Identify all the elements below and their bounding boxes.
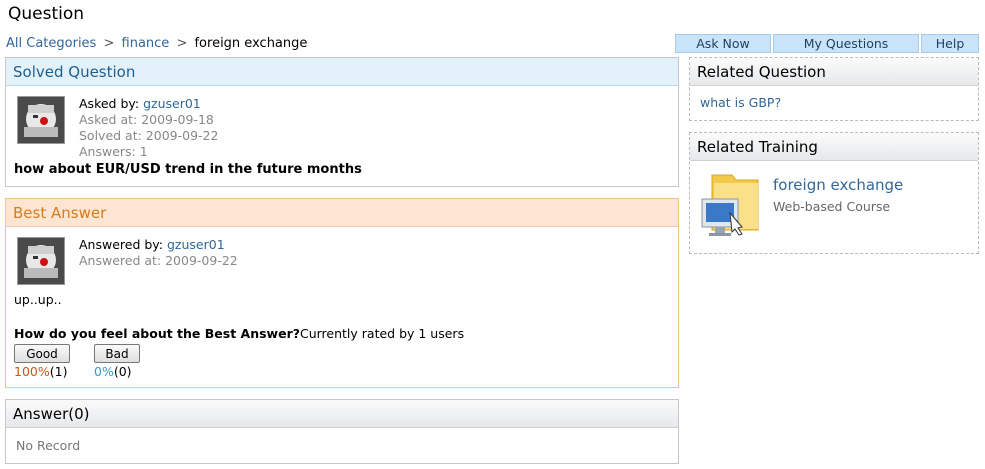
rating-prompt: How do you feel about the Best Answer?Cu… <box>14 326 464 341</box>
breadcrumb-separator: > <box>176 36 188 51</box>
solved-question-header: Solved Question <box>6 58 678 86</box>
training-title-link[interactable]: foreign exchange <box>773 176 903 194</box>
good-count: (1) <box>49 364 68 379</box>
good-button[interactable]: Good <box>14 344 70 363</box>
folder-computer-icon <box>701 174 759 236</box>
page-title: Question <box>8 4 85 24</box>
solved-at: Solved at: 2009-09-22 <box>79 128 219 143</box>
training-type: Web-based Course <box>773 199 891 214</box>
asked-by-label: Asked by: <box>79 96 140 111</box>
breadcrumb-finance[interactable]: finance <box>122 36 170 51</box>
question-text: how about EUR/USD trend in the future mo… <box>14 162 362 177</box>
asked-at: Asked at: 2009-09-18 <box>79 112 214 127</box>
bad-stats: 0%(0) <box>94 364 132 379</box>
answerer-username-link[interactable]: gzuser01 <box>167 237 225 252</box>
related-training-header: Related Training <box>690 133 978 161</box>
asker-username-link[interactable]: gzuser01 <box>143 96 201 111</box>
top-nav: Ask Now My Questions Help <box>675 34 979 54</box>
tab-ask-now[interactable]: Ask Now <box>675 34 771 53</box>
bad-count: (0) <box>113 364 132 379</box>
good-stats: 100%(1) <box>14 364 67 379</box>
breadcrumb-all-categories[interactable]: All Categories <box>6 36 96 51</box>
best-answer-header: Best Answer <box>6 199 678 227</box>
bad-percent: 0% <box>94 364 114 379</box>
related-question-header: Related Question <box>690 58 978 86</box>
robot-avatar-icon <box>18 238 64 284</box>
tab-help[interactable]: Help <box>921 34 979 53</box>
robot-avatar-icon <box>18 97 64 143</box>
best-answer-panel: Best Answer Answered by: gzuser01 Answer… <box>5 198 679 388</box>
related-question-panel: Related Question what is GBP? <box>689 57 979 121</box>
tab-my-questions[interactable]: My Questions <box>773 34 919 53</box>
answered-by-label: Answered by: <box>79 237 163 252</box>
bad-button[interactable]: Bad <box>94 344 140 363</box>
answers-count: Answers: 1 <box>79 144 148 159</box>
answers-empty: No Record <box>16 438 81 453</box>
breadcrumb: All Categories > finance > foreign excha… <box>6 36 307 51</box>
solved-question-panel: Solved Question Asked by: gzuser01 Asked… <box>5 57 679 187</box>
answer-meta: Answered by: gzuser01 Answered at: 2009-… <box>79 237 238 269</box>
answers-panel: Answer(0) No Record <box>5 399 679 464</box>
breadcrumb-separator: > <box>103 36 115 51</box>
related-question-link[interactable]: what is GBP? <box>700 95 781 110</box>
breadcrumb-current: foreign exchange <box>194 36 308 51</box>
good-percent: 100% <box>14 364 50 379</box>
answered-at: Answered at: 2009-09-22 <box>79 253 238 268</box>
best-answer-text: up..up.. <box>14 292 62 307</box>
rating-count: Currently rated by 1 users <box>299 326 465 341</box>
asker-avatar[interactable] <box>17 96 65 144</box>
related-training-panel: Related Training foreign exchange Web-ba… <box>689 132 979 254</box>
rating-question: How do you feel about the Best Answer? <box>14 326 300 341</box>
course-folder-icon[interactable] <box>700 169 766 241</box>
question-meta: Asked by: gzuser01 Asked at: 2009-09-18 … <box>79 96 218 160</box>
answerer-avatar[interactable] <box>17 237 65 285</box>
answers-header: Answer(0) <box>6 400 678 428</box>
